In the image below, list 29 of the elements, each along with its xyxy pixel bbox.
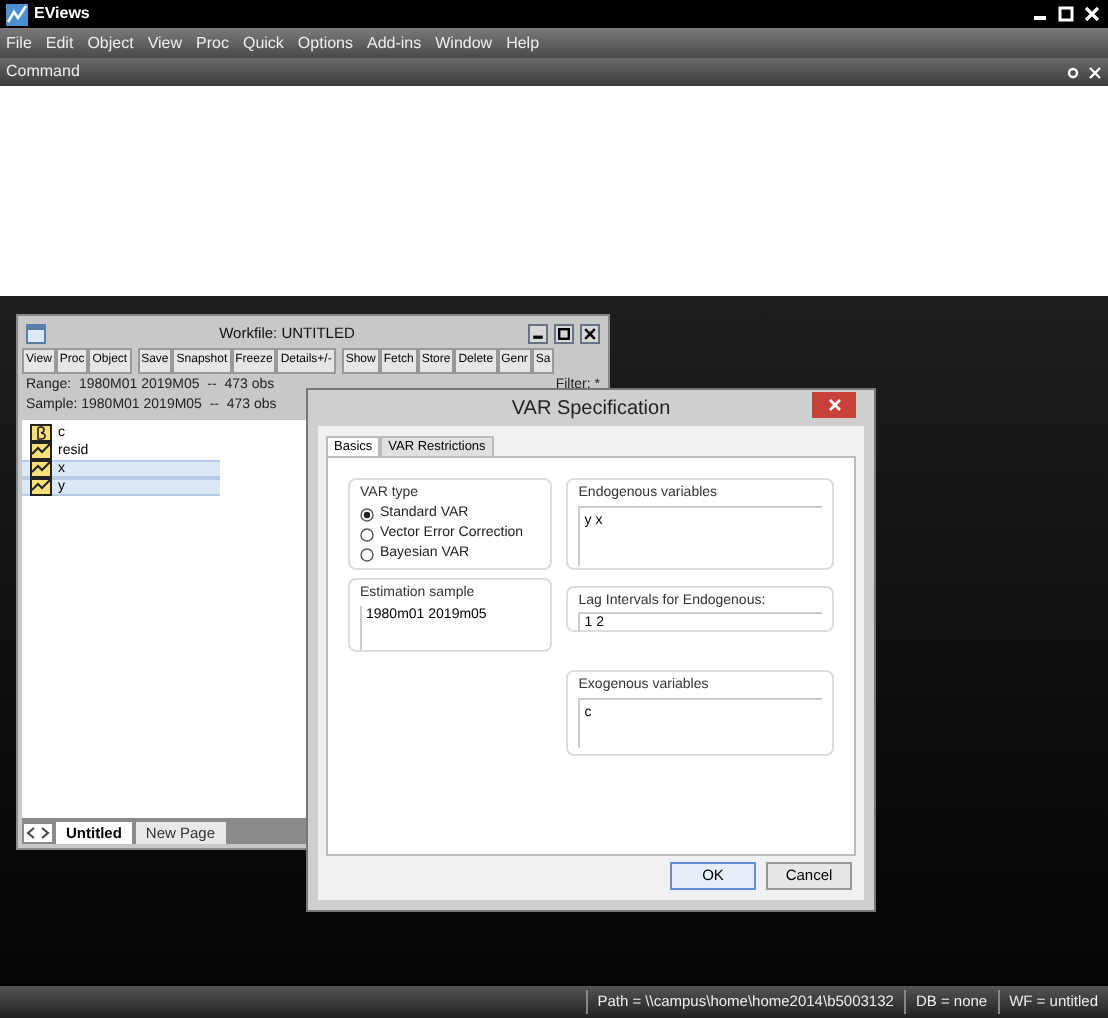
menu-item[interactable]: File xyxy=(6,31,32,55)
menu-item[interactable]: View xyxy=(147,31,183,55)
series-icon xyxy=(30,442,52,460)
pane-title: Command xyxy=(6,60,80,84)
close-icon xyxy=(827,398,841,412)
menu-item[interactable]: Add-ins xyxy=(367,31,422,55)
radio-button[interactable] xyxy=(360,547,374,561)
menu-item[interactable]: Proc xyxy=(196,31,229,55)
app-title: EViews xyxy=(34,2,90,26)
menu-item[interactable]: Window xyxy=(435,31,493,55)
app-logo-icon xyxy=(6,3,28,25)
pin-icon[interactable] xyxy=(1066,65,1080,79)
series-icon xyxy=(30,478,52,496)
close-icon[interactable] xyxy=(580,324,600,344)
workfile-icon xyxy=(26,324,46,344)
close-button[interactable] xyxy=(812,392,856,418)
radio-button[interactable] xyxy=(360,527,374,541)
menu-item[interactable]: Quick xyxy=(242,31,284,55)
menu-item[interactable]: Help xyxy=(506,31,540,55)
dialog-title: VAR Specification xyxy=(509,395,673,423)
maximize-icon[interactable] xyxy=(554,324,574,344)
radio-button[interactable] xyxy=(360,507,374,521)
menu-item[interactable]: Edit xyxy=(45,31,74,55)
series-icon xyxy=(30,460,52,478)
scroll-arrows-icon[interactable] xyxy=(24,824,52,842)
menu-item[interactable]: Object xyxy=(87,31,134,55)
menu-item[interactable]: Options xyxy=(297,31,353,55)
coefficient-icon xyxy=(30,424,52,442)
minimize-icon[interactable] xyxy=(528,324,548,344)
